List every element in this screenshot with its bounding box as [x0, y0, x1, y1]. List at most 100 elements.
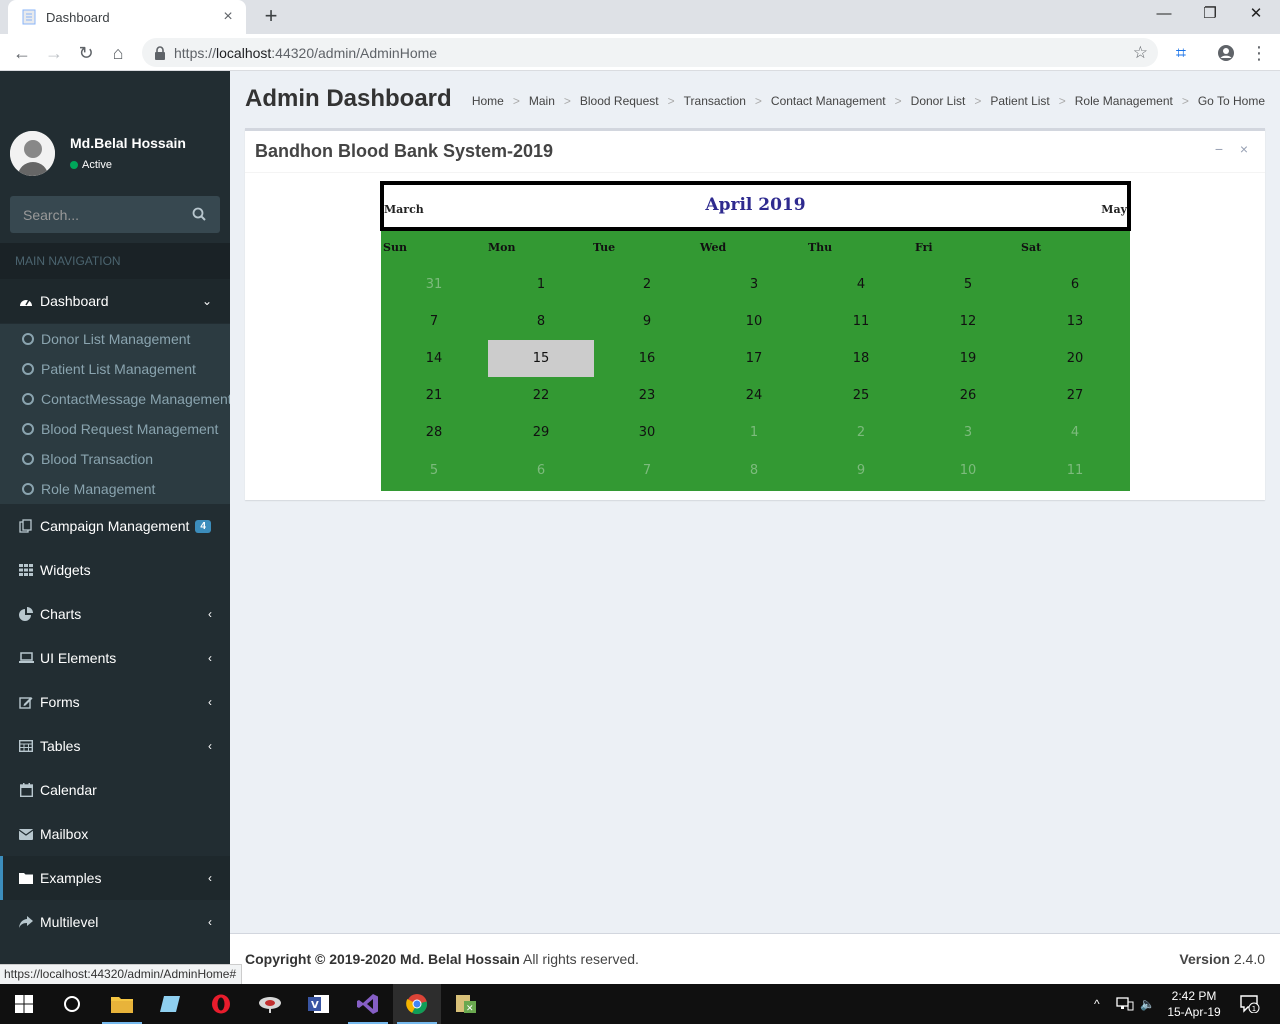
calendar-day-other-month[interactable]: 31: [381, 266, 487, 303]
calendar-day[interactable]: 9: [594, 303, 700, 340]
notepad-icon[interactable]: [147, 984, 195, 1024]
sidebar-item-charts[interactable]: Charts ‹: [0, 592, 230, 636]
calendar-day[interactable]: 19: [915, 340, 1021, 377]
calendar-day[interactable]: 8: [488, 303, 594, 340]
sql-tool-icon[interactable]: ✕: [442, 984, 490, 1024]
calendar-day-other-month[interactable]: 1: [701, 414, 807, 451]
calendar-day[interactable]: 3: [701, 266, 807, 303]
calendar-day-other-month[interactable]: 7: [594, 452, 700, 489]
breadcrumb-patient-list[interactable]: Patient List: [990, 94, 1049, 108]
back-icon[interactable]: ←: [9, 40, 35, 66]
opera-icon[interactable]: [197, 984, 245, 1024]
calendar-day-other-month[interactable]: 3: [915, 414, 1021, 451]
breadcrumb-go-to-home[interactable]: Go To Home: [1198, 94, 1265, 108]
search-input[interactable]: [23, 206, 183, 223]
menu-kebab-icon[interactable]: ⋮: [1246, 40, 1272, 66]
calendar-day-other-month[interactable]: 4: [1022, 414, 1128, 451]
visual-studio-icon[interactable]: [344, 984, 392, 1024]
clock[interactable]: 2:42 PM 15-Apr-19: [1158, 988, 1230, 1020]
calendar-day[interactable]: 24: [701, 377, 807, 414]
sidebar-item-dashboard[interactable]: Dashboard ⌄: [0, 279, 230, 323]
sidebar-item-mailbox[interactable]: Mailbox: [0, 812, 230, 856]
app-icon[interactable]: [246, 984, 294, 1024]
sidebar-item-tables[interactable]: Tables ‹: [0, 724, 230, 768]
tray-chevron-icon[interactable]: ^: [1094, 984, 1100, 1024]
sidebar-subitem-patient-list[interactable]: Patient List Management: [0, 354, 230, 384]
calendar-day-other-month[interactable]: 6: [488, 452, 594, 489]
minimize-icon[interactable]: —: [1141, 0, 1187, 30]
breadcrumb-donor-list[interactable]: Donor List: [911, 94, 966, 108]
calendar-day[interactable]: 22: [488, 377, 594, 414]
file-explorer-icon[interactable]: [98, 984, 146, 1024]
sidebar-item-ui-elements[interactable]: UI Elements ‹: [0, 636, 230, 680]
calendar-day[interactable]: 5: [915, 266, 1021, 303]
calendar-day-other-month[interactable]: 11: [1022, 452, 1128, 489]
volume-icon[interactable]: 🔈: [1140, 984, 1155, 1024]
calendar-day[interactable]: 25: [808, 377, 914, 414]
chrome-icon[interactable]: [393, 984, 441, 1024]
calendar-day[interactable]: 28: [381, 414, 487, 451]
breadcrumb-role-management[interactable]: Role Management: [1075, 94, 1173, 108]
breadcrumb-main[interactable]: Main: [529, 94, 555, 108]
calendar-day[interactable]: 17: [701, 340, 807, 377]
calendar-day[interactable]: 11: [808, 303, 914, 340]
calendar-day[interactable]: 4: [808, 266, 914, 303]
forward-icon[interactable]: →: [41, 40, 67, 66]
browser-tab[interactable]: Dashboard ×: [8, 0, 246, 34]
calendar-day[interactable]: 13: [1022, 303, 1128, 340]
profile-icon[interactable]: [1213, 40, 1239, 66]
sidebar-subitem-blood-request[interactable]: Blood Request Management: [0, 414, 230, 444]
calendar-day[interactable]: 21: [381, 377, 487, 414]
calendar-day[interactable]: 2: [594, 266, 700, 303]
sidebar-item-examples[interactable]: Examples ‹: [0, 856, 230, 900]
cortana-icon[interactable]: [48, 984, 96, 1024]
calendar-day[interactable]: 23: [594, 377, 700, 414]
sidebar-subitem-role-management[interactable]: Role Management: [0, 474, 230, 504]
remove-button[interactable]: ×: [1235, 141, 1253, 159]
next-month-link[interactable]: May: [1101, 203, 1127, 216]
tab-close-icon[interactable]: ×: [220, 8, 236, 26]
sidebar-item-campaign[interactable]: Campaign Management 4: [0, 504, 230, 548]
calendar-day[interactable]: 7: [381, 303, 487, 340]
calendar-day[interactable]: 1: [488, 266, 594, 303]
sidebar-item-widgets[interactable]: Widgets: [0, 548, 230, 592]
calendar-day-other-month[interactable]: 5: [381, 452, 487, 489]
sidebar-subitem-donor-list[interactable]: Donor List Management: [0, 324, 230, 354]
window-close-icon[interactable]: ✕: [1233, 0, 1279, 30]
calendar-day[interactable]: 29: [488, 414, 594, 451]
calendar-day-other-month[interactable]: 9: [808, 452, 914, 489]
breadcrumb-blood-request[interactable]: Blood Request: [580, 94, 659, 108]
calendar-day[interactable]: 16: [594, 340, 700, 377]
sidebar-item-forms[interactable]: Forms ‹: [0, 680, 230, 724]
visio-icon[interactable]: V: [295, 984, 343, 1024]
calendar-day[interactable]: 30: [594, 414, 700, 451]
calendar-day[interactable]: 26: [915, 377, 1021, 414]
calendar-day[interactable]: 6: [1022, 266, 1128, 303]
calendar-day[interactable]: 15: [488, 340, 594, 377]
collapse-button[interactable]: −: [1210, 141, 1228, 159]
calendar-day[interactable]: 14: [381, 340, 487, 377]
sidebar-item-calendar[interactable]: Calendar: [0, 768, 230, 812]
bookmark-star-icon[interactable]: ☆: [1133, 43, 1148, 63]
new-tab-button[interactable]: +: [258, 4, 284, 30]
breadcrumb-transaction[interactable]: Transaction: [684, 94, 746, 108]
sidebar-item-multilevel[interactable]: Multilevel ‹: [0, 900, 230, 944]
address-bar[interactable]: https://localhost:44320/admin/AdminHome …: [142, 38, 1158, 67]
calendar-day-other-month[interactable]: 2: [808, 414, 914, 451]
extension-icon[interactable]: ⌗: [1168, 40, 1194, 66]
sidebar-subitem-contact-message[interactable]: ContactMessage Management: [0, 384, 230, 414]
notification-center-icon[interactable]: 1: [1240, 984, 1260, 1024]
breadcrumb-home[interactable]: Home: [472, 94, 504, 108]
calendar-day-other-month[interactable]: 8: [701, 452, 807, 489]
restore-icon[interactable]: ❐: [1187, 0, 1233, 30]
avatar[interactable]: [10, 131, 55, 176]
calendar-day[interactable]: 12: [915, 303, 1021, 340]
reload-icon[interactable]: ↻: [73, 40, 99, 66]
search-icon[interactable]: [192, 207, 206, 221]
windows-start-icon[interactable]: [0, 984, 48, 1024]
sidebar-subitem-blood-transaction[interactable]: Blood Transaction: [0, 444, 230, 474]
breadcrumb-contact-management[interactable]: Contact Management: [771, 94, 886, 108]
network-icon[interactable]: [1116, 984, 1134, 1024]
calendar-day-other-month[interactable]: 10: [915, 452, 1021, 489]
calendar-day[interactable]: 18: [808, 340, 914, 377]
